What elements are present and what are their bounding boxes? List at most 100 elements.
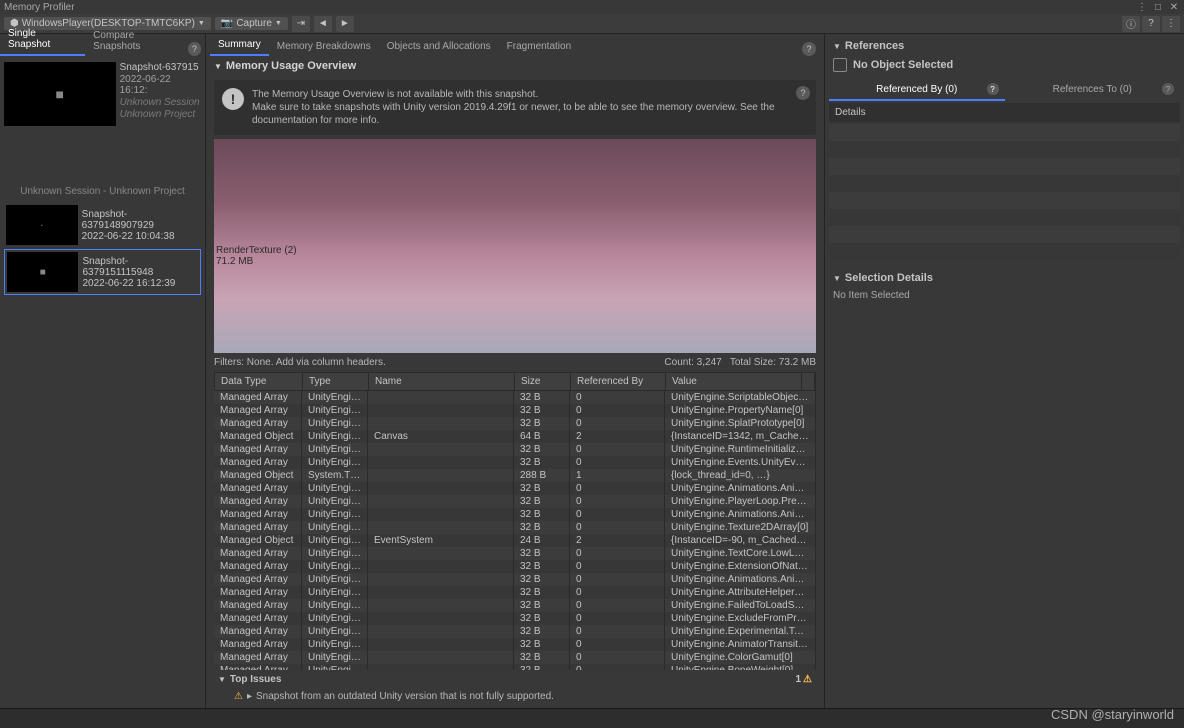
issue-item[interactable]: ⚠ ▸ Snapshot from an outdated Unity vers… xyxy=(214,689,816,704)
memory-overview-header[interactable]: ▼ Memory Usage Overview xyxy=(206,56,824,76)
import-button[interactable]: ⇥ xyxy=(292,16,310,32)
col-size[interactable]: Size xyxy=(515,373,571,390)
camera-icon: 📷 xyxy=(221,18,233,29)
table-row[interactable]: Managed ArrayUnityEngine.F…32 B0UnityEng… xyxy=(214,404,816,417)
table-row[interactable]: Managed ArrayUnityEngine.E…32 B0UnityEng… xyxy=(214,612,816,625)
help-icon[interactable]: ? xyxy=(188,42,201,56)
snapshot-session: Unknown Session xyxy=(120,97,201,108)
snapshot-name: Snapshot-637915 xyxy=(120,62,201,73)
top-issues-header[interactable]: ▼ Top Issues 1 ⚠ xyxy=(214,670,816,689)
tab-single-snapshot[interactable]: Single Snapshot xyxy=(0,24,85,56)
table-header: Data Type Type Name Size Referenced By V… xyxy=(214,372,816,391)
data-table: Data Type Type Name Size Referenced By V… xyxy=(214,372,816,670)
snapshot-project: Unknown Project xyxy=(120,109,201,120)
total-size: Total Size: 73.2 MB xyxy=(730,357,816,368)
nav-back-button[interactable]: ◄ xyxy=(314,16,332,32)
row-count: Count: 3,247 xyxy=(664,357,721,368)
table-row[interactable]: Managed ArrayUnityEngine.C…32 B0UnityEng… xyxy=(214,651,816,664)
help-icon[interactable]: ? xyxy=(987,83,999,95)
help-icon[interactable]: ? xyxy=(796,86,810,100)
capture-button[interactable]: 📷 Capture ▼ xyxy=(215,17,288,30)
tab-referenced-by[interactable]: Referenced By (0) ? xyxy=(829,80,1005,101)
close-icon[interactable]: ✕ xyxy=(1168,2,1180,13)
tab-breakdowns[interactable]: Memory Breakdowns xyxy=(269,37,379,56)
tab-references-to[interactable]: References To (0) ? xyxy=(1005,80,1181,101)
render-label: RenderTexture (2) xyxy=(216,245,816,256)
window-controls: ⋮ □ ✕ xyxy=(1136,2,1180,13)
no-object-selected: No Object Selected xyxy=(829,54,1180,76)
collapse-icon: ▼ xyxy=(833,274,841,283)
col-data-type[interactable]: Data Type xyxy=(215,373,303,390)
maximize-icon[interactable]: □ xyxy=(1152,2,1164,13)
table-body[interactable]: Managed ArrayUnityEngine.S…32 B0UnityEng… xyxy=(214,391,816,670)
menu-icon[interactable]: ⋮ xyxy=(1136,2,1148,13)
collapse-icon: ▼ xyxy=(218,675,226,684)
current-snapshot-card: ■ Snapshot-637915 2022-06-22 16:12: Unkn… xyxy=(4,62,201,126)
col-referenced-by[interactable]: Referenced By xyxy=(571,373,666,390)
snapshot-name: Snapshot-6379151115948 xyxy=(82,256,198,278)
table-row[interactable]: Managed ArrayUnityEngine.T…32 B0UnityEng… xyxy=(214,547,816,560)
help-button[interactable]: ? xyxy=(1142,16,1160,32)
tab-summary[interactable]: Summary xyxy=(210,35,269,56)
snapshot-name: Snapshot-6379148907929 xyxy=(82,209,199,231)
collapse-icon: ▼ xyxy=(833,42,841,51)
main-tabs: Summary Memory Breakdowns Objects and Al… xyxy=(206,34,824,56)
reference-tabs: Referenced By (0) ? References To (0) ? xyxy=(829,80,1180,101)
scrollbar-spacer xyxy=(802,373,815,390)
info-button[interactable]: ⓘ xyxy=(1122,16,1140,32)
warning-icon: ⚠ xyxy=(234,691,243,702)
tab-fragmentation[interactable]: Fragmentation xyxy=(499,37,579,56)
snapshot-thumbnail: ■ xyxy=(4,62,116,126)
table-row[interactable]: Managed ArrayUnityEngine.A…32 B0UnityEng… xyxy=(214,586,816,599)
snapshot-list-item[interactable]: ■ Snapshot-6379151115948 2022-06-22 16:1… xyxy=(4,249,201,295)
empty-icon xyxy=(833,58,847,72)
snapshot-date: 2022-06-22 10:04:38 xyxy=(82,231,199,242)
table-row[interactable]: Managed ArrayUnityEngine.F…32 B0UnityEng… xyxy=(214,599,816,612)
col-type[interactable]: Type xyxy=(303,373,369,390)
col-value[interactable]: Value xyxy=(666,373,802,390)
table-row[interactable]: Managed ArrayUnityEngine.S…32 B0UnityEng… xyxy=(214,391,816,404)
snapshot-date: 2022-06-22 16:12:39 xyxy=(82,278,198,289)
table-row[interactable]: Managed ArrayUnityEngine.A…32 B0UnityEng… xyxy=(214,508,816,521)
table-row[interactable]: Managed ArrayUnityEngine.E…32 B0UnityEng… xyxy=(214,625,816,638)
help-icon[interactable]: ? xyxy=(802,42,816,56)
filters-row: Filters: None. Add via column headers. C… xyxy=(206,353,824,372)
table-row[interactable]: Managed ObjectUnityEngine.E…EventSystem2… xyxy=(214,534,816,547)
tab-compare-snapshots[interactable]: Compare Snapshots xyxy=(85,26,188,56)
table-row[interactable]: Managed ObjectUnityEngine.L…Canvas64 B2{… xyxy=(214,430,816,443)
tab-objects[interactable]: Objects and Allocations xyxy=(379,37,499,56)
main-content: Summary Memory Breakdowns Objects and Al… xyxy=(206,34,824,708)
table-row[interactable]: Managed ArrayUnityEngine.A…32 B0UnityEng… xyxy=(214,482,816,495)
warning-icon: ! xyxy=(222,88,244,110)
table-row[interactable]: Managed ArrayUnityEngine.T…32 B0UnityEng… xyxy=(214,521,816,534)
nav-forward-button[interactable]: ► xyxy=(336,16,354,32)
snapshot-tabs: Single Snapshot Compare Snapshots ? xyxy=(0,34,205,56)
selection-details-header[interactable]: ▼ Selection Details xyxy=(829,268,1180,288)
table-row[interactable]: Managed ArrayUnityEngine.F…32 B0UnityEng… xyxy=(214,495,816,508)
table-row[interactable]: Managed ObjectSystem.Threa…288 B1{lock_t… xyxy=(214,469,816,482)
expand-icon: ▸ xyxy=(247,691,252,702)
col-name[interactable]: Name xyxy=(369,373,515,390)
table-row[interactable]: Managed ArrayUnityEngine.S…32 B0UnityEng… xyxy=(214,417,816,430)
details-header: Details xyxy=(829,103,1180,122)
help-icon[interactable]: ? xyxy=(1162,83,1174,95)
chevron-down-icon: ▼ xyxy=(275,20,282,27)
table-row[interactable]: Managed ArrayUnityEngine.A…32 B0UnityEng… xyxy=(214,573,816,586)
references-header[interactable]: ▼ References xyxy=(829,38,1180,54)
snapshot-list-item[interactable]: · Snapshot-6379148907929 2022-06-22 10:0… xyxy=(4,203,201,247)
render-size: 71.2 MB xyxy=(216,256,816,267)
overflow-menu[interactable]: ⋮ xyxy=(1162,16,1180,32)
warning-icon: ⚠ xyxy=(803,674,812,685)
table-row[interactable]: Managed ArrayUnityEngine.R…32 B0UnityEng… xyxy=(214,443,816,456)
render-preview: RenderTexture (2) 71.2 MB xyxy=(214,139,816,353)
table-row[interactable]: Managed ArrayUnityEngine.E…32 B0UnityEng… xyxy=(214,456,816,469)
table-row[interactable]: Managed ArrayUnityEngine.E…32 B0UnityEng… xyxy=(214,560,816,573)
titlebar-title: Memory Profiler xyxy=(4,2,75,13)
snapshot-thumbnail: ■ xyxy=(7,252,78,292)
collapse-icon: ▼ xyxy=(214,62,222,71)
no-item-selected: No Item Selected xyxy=(829,288,1180,303)
snapshot-date: 2022-06-22 16:12: xyxy=(120,74,201,96)
table-row[interactable]: Managed ArrayUnityEngine.A…32 B0UnityEng… xyxy=(214,638,816,651)
statusbar xyxy=(0,708,1184,728)
chevron-down-icon: ▼ xyxy=(198,20,205,27)
